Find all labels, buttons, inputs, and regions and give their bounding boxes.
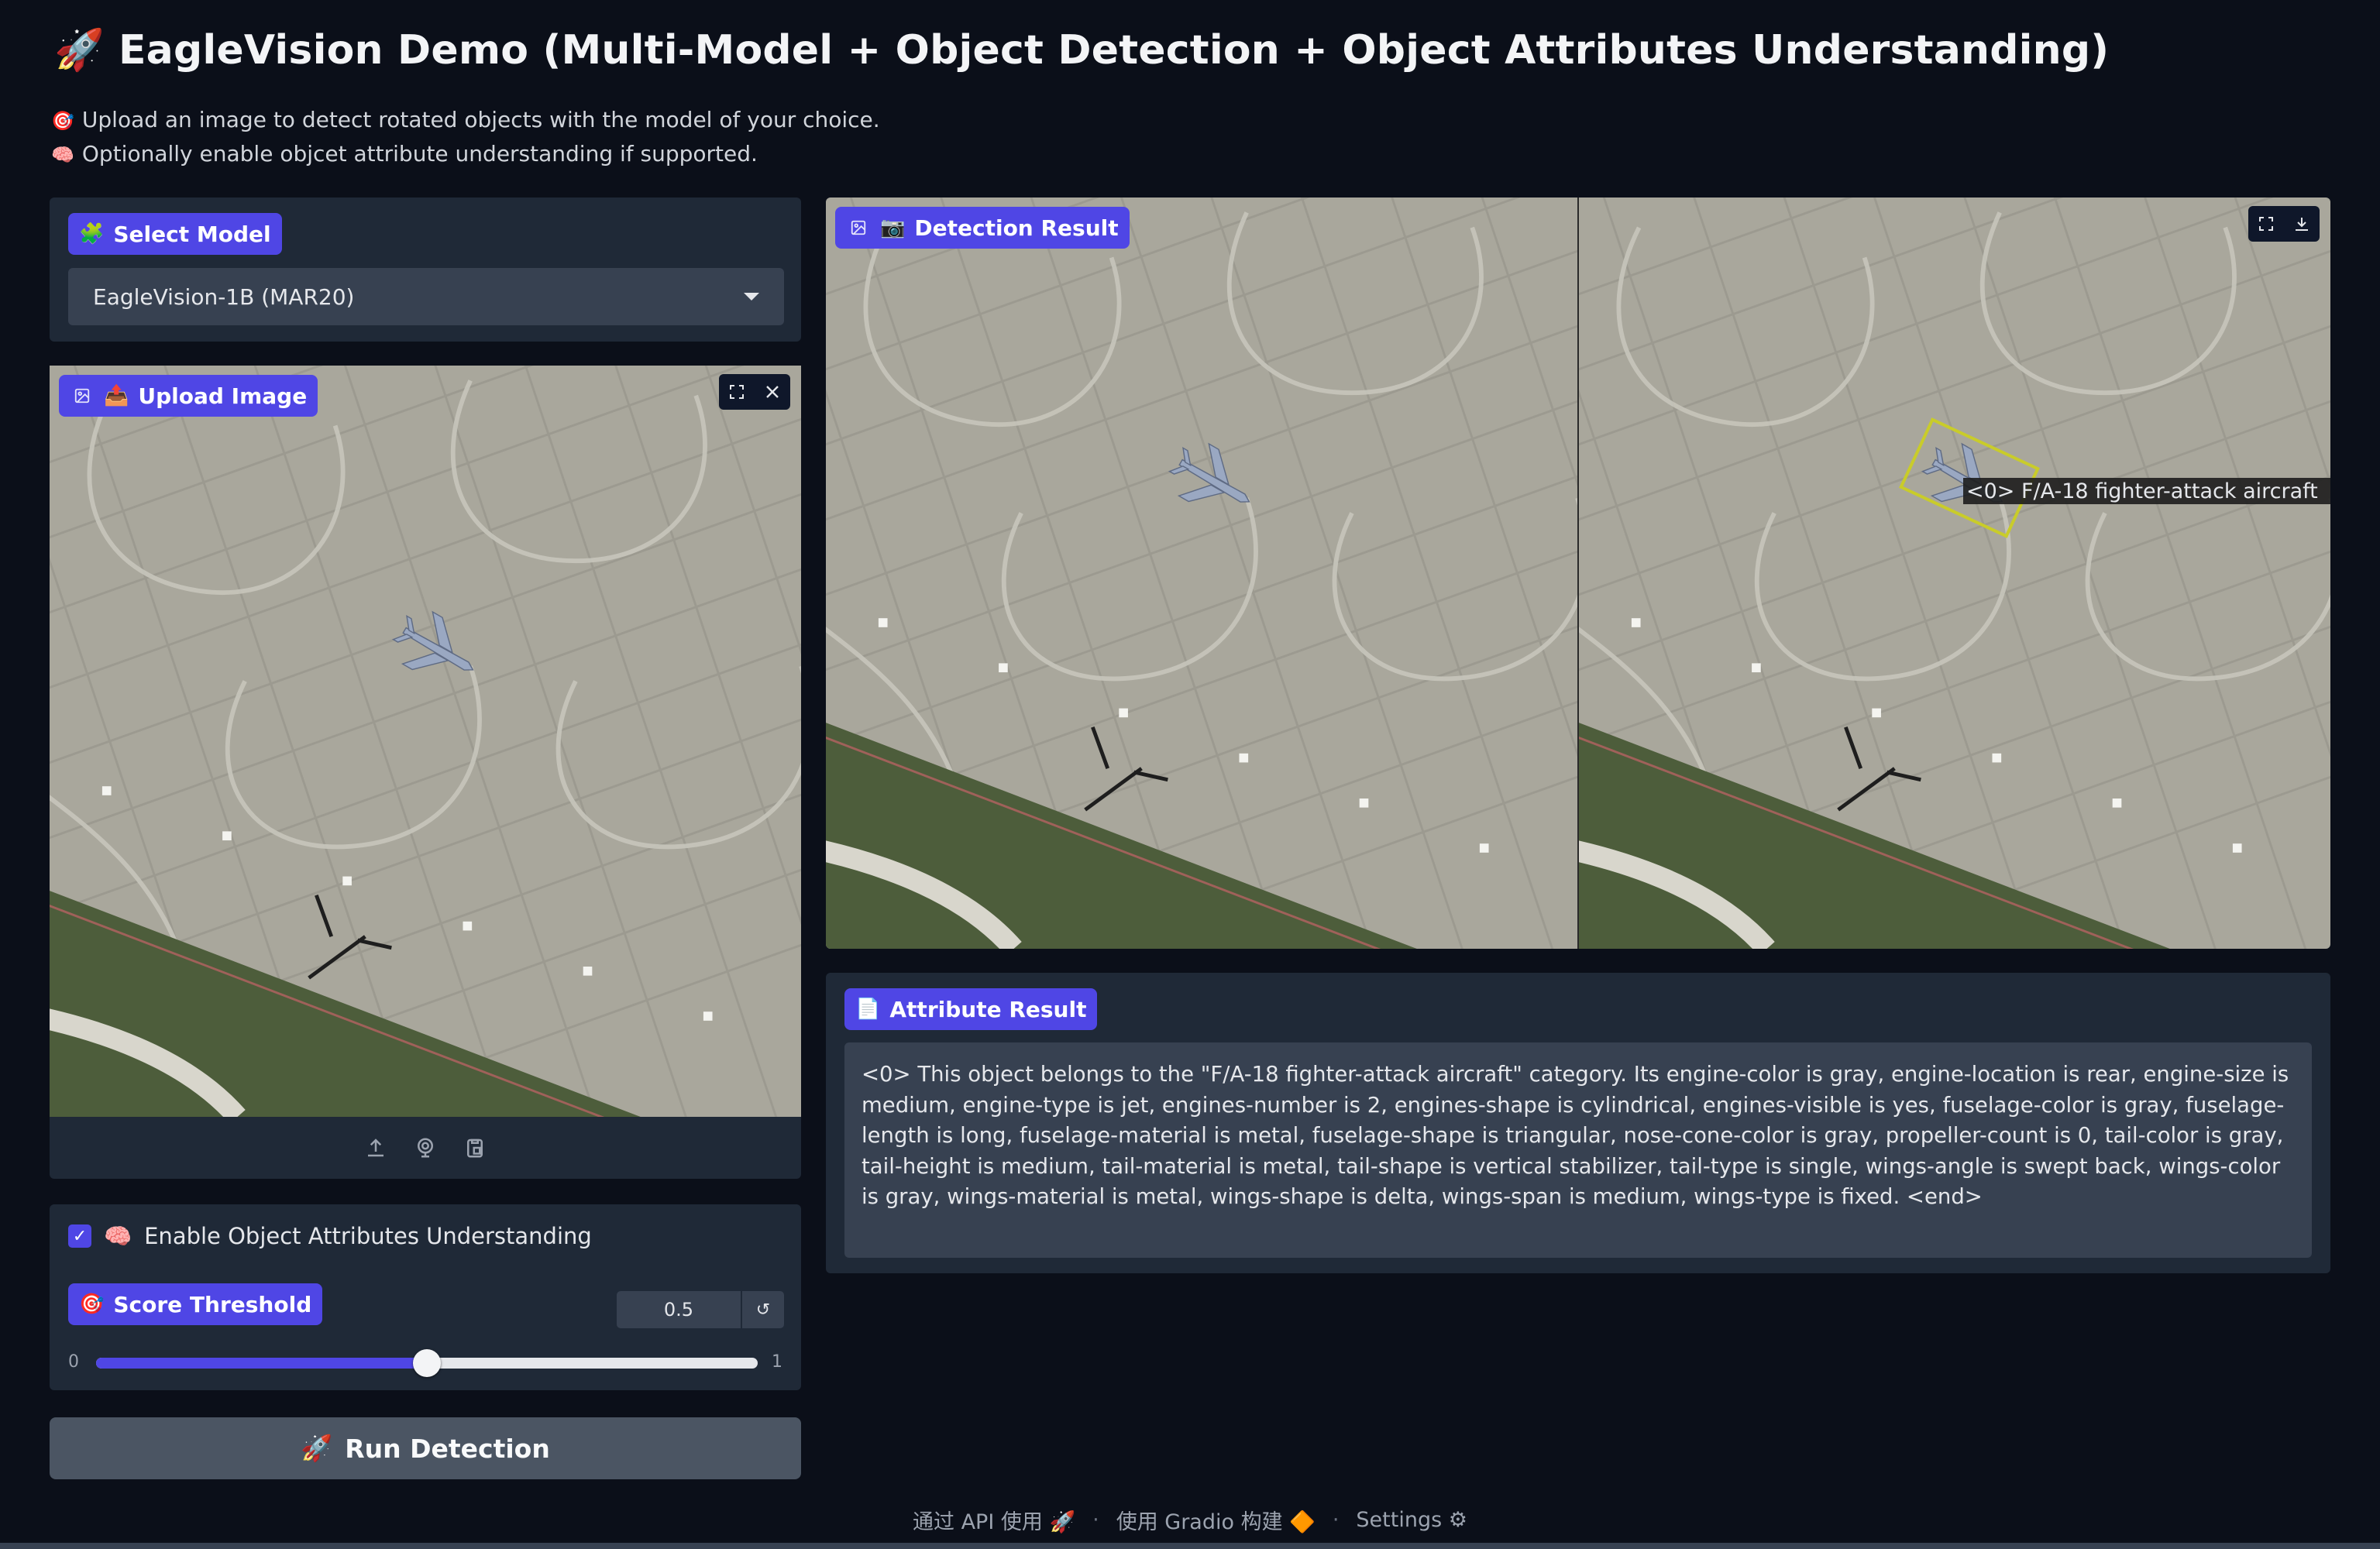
page-title-text: EagleVision Demo (Multi-Model + Object D… bbox=[118, 27, 2110, 74]
rocket-icon: 🚀 bbox=[301, 1433, 333, 1463]
reset-icon[interactable]: ↺ bbox=[742, 1291, 784, 1328]
select-model-label-text: Select Model bbox=[113, 221, 271, 247]
footer-separator: · bbox=[1092, 1507, 1099, 1532]
bottom-bar bbox=[0, 1543, 2380, 1549]
description-text-2: Optionally enable objcet attribute under… bbox=[81, 141, 758, 167]
close-icon[interactable] bbox=[755, 374, 790, 410]
fullscreen-icon[interactable] bbox=[2248, 206, 2284, 242]
detection-result-label: 📷 Detection Result bbox=[835, 207, 1130, 249]
run-detection-label: Run Detection bbox=[345, 1433, 550, 1464]
brain-icon: 🧠 bbox=[104, 1222, 132, 1249]
model-dropdown[interactable]: EagleVision-1B (MAR20) bbox=[68, 268, 784, 325]
detection-result-label-text: Detection Result bbox=[914, 215, 1119, 241]
upload-image-preview bbox=[50, 366, 801, 1117]
target-icon: 🎯 bbox=[51, 110, 74, 132]
rocket-icon: 🚀 bbox=[1049, 1510, 1076, 1534]
rocket-icon: 🚀 bbox=[54, 27, 105, 74]
clipboard-icon[interactable] bbox=[461, 1134, 489, 1162]
description-text-1: Upload an image to detect rotated object… bbox=[81, 107, 880, 132]
target-icon: 🎯 bbox=[79, 1293, 105, 1316]
slider-min-label: 0 bbox=[68, 1352, 79, 1372]
camera-icon: 📷 bbox=[880, 216, 906, 239]
use-via-api-link[interactable]: 通过 API 使用 🚀 bbox=[913, 1505, 1075, 1535]
gradio-logo-icon: 🔶 bbox=[1289, 1510, 1316, 1534]
image-icon bbox=[846, 215, 871, 240]
description-line-1: 🎯 Upload an image to detect rotated objec… bbox=[51, 107, 880, 132]
attribute-result-label: 📄 Attribute Result bbox=[844, 988, 1098, 1030]
attribute-toggle-label: Enable Object Attributes Understanding bbox=[144, 1223, 592, 1249]
attribute-result-label-text: Attribute Result bbox=[889, 996, 1087, 1022]
image-icon bbox=[70, 383, 95, 408]
threshold-slider-fill bbox=[96, 1358, 427, 1369]
detection-result-controls bbox=[2248, 206, 2320, 242]
run-detection-button[interactable]: 🚀 Run Detection bbox=[50, 1417, 801, 1479]
upload-image-label-text: Upload Image bbox=[138, 383, 308, 409]
webcam-icon[interactable] bbox=[411, 1134, 439, 1162]
upload-tray-icon: 📤 bbox=[104, 384, 129, 407]
detection-box-label: <0> F/A-18 fighter-attack aircraft bbox=[1966, 479, 2318, 503]
slider-max-label: 1 bbox=[772, 1352, 782, 1372]
built-with-gradio-link[interactable]: 使用 Gradio 构建 🔶 bbox=[1116, 1505, 1316, 1535]
fullscreen-icon[interactable] bbox=[719, 374, 755, 410]
upload-icon[interactable] bbox=[362, 1134, 390, 1162]
gear-icon: ⚙ bbox=[1448, 1507, 1467, 1532]
threshold-input[interactable]: 0.5 bbox=[617, 1291, 741, 1328]
description-line-2: 🧠 Optionally enable objcet attribute unde… bbox=[51, 141, 758, 167]
attribute-result-textbox[interactable]: <0> This object belongs to the "F/A-18 f… bbox=[844, 1042, 2312, 1258]
upload-image-controls bbox=[719, 374, 790, 410]
brain-icon: 🧠 bbox=[51, 144, 74, 166]
score-threshold-label: 🎯 Score Threshold bbox=[68, 1283, 323, 1325]
download-icon[interactable] bbox=[2284, 206, 2320, 242]
footer-separator: · bbox=[1332, 1507, 1340, 1532]
page-title: 🚀 EagleVision Demo (Multi-Model + Object … bbox=[54, 26, 2109, 74]
detection-result-panel: <0> F/A-18 fighter-attack aircraft bbox=[826, 197, 2330, 949]
model-dropdown-value: EagleVision-1B (MAR20) bbox=[93, 283, 355, 310]
attribute-toggle-row[interactable]: ✓ 🧠 Enable Object Attributes Understandi… bbox=[68, 1218, 592, 1255]
upload-source-toolbar bbox=[50, 1117, 801, 1179]
footer: 通过 API 使用 🚀 · 使用 Gradio 构建 🔶 · Settings … bbox=[0, 1501, 2380, 1538]
puzzle-icon: 🧩 bbox=[79, 222, 105, 246]
select-model-label: 🧩 Select Model bbox=[68, 213, 282, 255]
threshold-slider-thumb[interactable] bbox=[413, 1349, 441, 1377]
detection-result-image: <0> F/A-18 fighter-attack aircraft bbox=[826, 197, 2330, 949]
upload-image-label: 📤 Upload Image bbox=[59, 375, 318, 417]
settings-link[interactable]: Settings ⚙ bbox=[1356, 1508, 1467, 1532]
document-icon: 📄 bbox=[855, 998, 881, 1021]
chevron-down-icon bbox=[744, 293, 759, 301]
score-threshold-label-text: Score Threshold bbox=[113, 1291, 312, 1317]
attribute-checkbox[interactable]: ✓ bbox=[68, 1224, 91, 1248]
